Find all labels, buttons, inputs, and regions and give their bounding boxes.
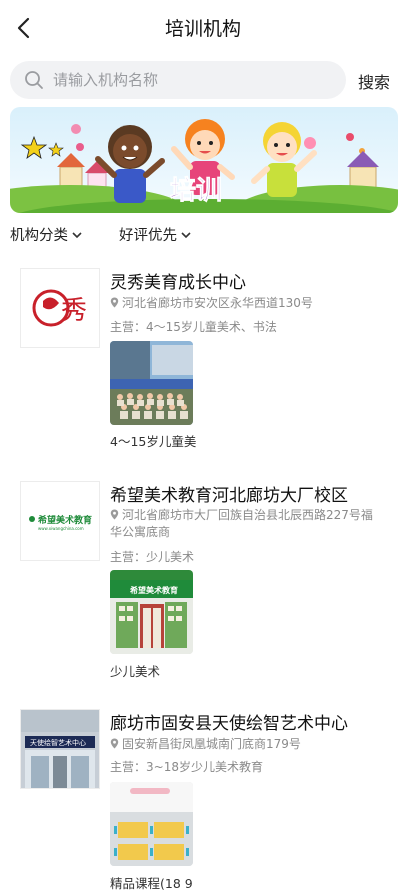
- institution-name[interactable]: 希望美术教育河北廊坊大厂校区: [110, 481, 348, 506]
- location-pin-icon: [110, 738, 119, 749]
- institution-address: 固安新昌街凤凰城南门底商179号: [110, 736, 382, 753]
- course-photo[interactable]: [110, 782, 193, 866]
- institution-logo: 秀: [20, 268, 100, 348]
- institution-address: 河北省廊坊市安次区永华西道130号: [110, 295, 382, 312]
- banner-title: 培训: [170, 176, 222, 206]
- course-photo[interactable]: [110, 341, 193, 425]
- logo-text: 秀: [61, 296, 87, 326]
- search-bar[interactable]: [10, 61, 346, 99]
- location-pin-icon: [110, 509, 119, 520]
- main-business: 主营：4～15岁儿童美术、书法: [110, 320, 277, 334]
- filter-bar: 机构分类 好评优先: [10, 224, 400, 246]
- main-business: 主营：少儿美术: [110, 550, 195, 564]
- institution-logo: 天使绘智艺术中心: [20, 709, 100, 789]
- filter-label: 机构分类: [10, 228, 68, 244]
- location-pin-icon: [110, 297, 119, 308]
- course-photo[interactable]: 希望美术教育: [110, 570, 193, 654]
- filter-category[interactable]: 机构分类: [10, 224, 82, 245]
- logo-sign-text: 天使绘智艺术中心: [30, 738, 86, 747]
- banner-illustration: 培训: [10, 107, 398, 213]
- institution-name[interactable]: 灵秀美育成长中心: [110, 268, 246, 293]
- chevron-down-icon: [72, 231, 82, 238]
- address-text: 河北省廊坊市大厂回族自治县北辰西路227号福华公寓底商: [110, 508, 373, 539]
- course-caption: 少儿美术: [110, 664, 161, 679]
- photo-sign-text: 希望美术教育: [130, 585, 178, 595]
- address-text: 河北省廊坊市安次区永华西道130号: [122, 296, 313, 310]
- search-button[interactable]: 搜索: [358, 69, 390, 93]
- search-icon: [25, 71, 43, 89]
- course-caption: 4～15岁儿童美: [110, 434, 197, 449]
- search-input[interactable]: [53, 61, 333, 99]
- filter-label: 好评优先: [119, 228, 177, 244]
- chevron-down-icon: [181, 231, 191, 238]
- filter-sort[interactable]: 好评优先: [119, 224, 191, 245]
- page-title: 培训机构: [164, 18, 241, 40]
- main-business: 主营：3~18岁少儿美术教育: [110, 760, 263, 774]
- institution-name[interactable]: 廊坊市固安县天使绘智艺术中心: [110, 709, 348, 734]
- logo-subtext: www.xiwangchina.com: [38, 526, 84, 531]
- institution-address: 河北省廊坊市大厂回族自治县北辰西路227号福华公寓底商: [110, 507, 382, 541]
- address-text: 固安新昌街凤凰城南门底商179号: [122, 737, 301, 751]
- promo-banner[interactable]: 培训: [10, 107, 398, 213]
- logo-text: 希望美术教育: [38, 514, 92, 526]
- header: 培训机构: [0, 0, 406, 56]
- institution-logo: 希望美术教育 www.xiwangchina.com: [20, 481, 100, 561]
